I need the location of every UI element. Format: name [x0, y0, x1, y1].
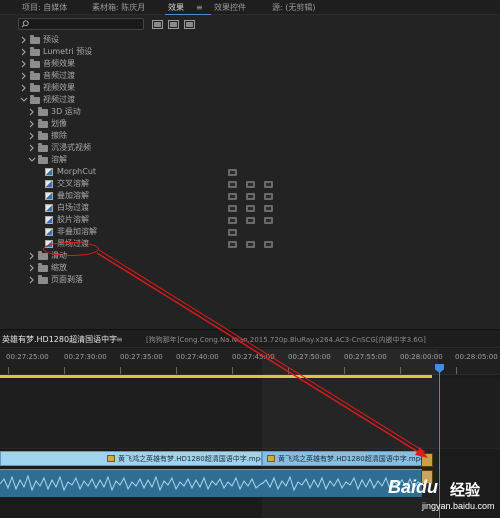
- watermark: Baidu 经验 jingyan.baidu.com: [386, 473, 496, 515]
- watermark-suffix: 经验: [450, 482, 481, 499]
- annotation-arrow: [96, 249, 428, 458]
- watermark-brand: Baidu: [388, 477, 439, 497]
- watermark-url: jingyan.baidu.com: [422, 501, 495, 511]
